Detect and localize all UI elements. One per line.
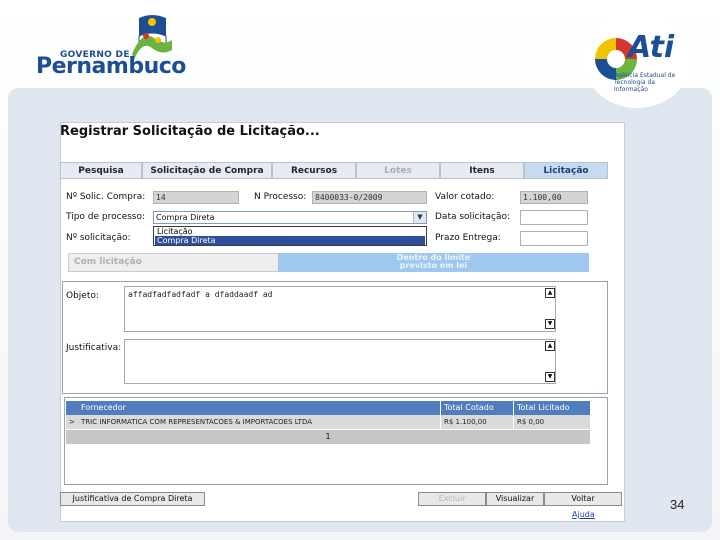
justificativa-compra-direta-button[interactable]: Justificativa de Compra Direta bbox=[60, 492, 205, 506]
tab-pesquisa[interactable]: Pesquisa bbox=[60, 162, 142, 179]
solicitacao-label: Nº solicitação: bbox=[66, 233, 131, 243]
ati-wordmark: Ati bbox=[628, 30, 675, 65]
processo-field: 8400033-0/2009 bbox=[312, 191, 427, 204]
status-com-licitacao[interactable]: Com licitação bbox=[74, 257, 142, 267]
tipo-processo-label: Tipo de processo: bbox=[66, 212, 146, 222]
chevron-down-icon[interactable]: ▼ bbox=[413, 212, 426, 223]
slide-page-number: 34 bbox=[670, 497, 685, 512]
status-dentro-limite[interactable]: Dentro do limite previsto em lei bbox=[278, 253, 589, 272]
tab-lotes[interactable]: Lotes bbox=[356, 162, 440, 179]
scroll-down-icon[interactable]: ▼ bbox=[545, 319, 555, 329]
objeto-label: Objeto: bbox=[66, 291, 99, 301]
status-dentro-limite-line2: previsto em lei bbox=[399, 261, 468, 270]
tab-licitacao[interactable]: Licitação bbox=[524, 162, 608, 179]
voltar-button[interactable]: Voltar bbox=[544, 492, 622, 506]
cell-fornecedor: TRIC INFORMATICA COM REPRESENTACOES & IM… bbox=[78, 415, 441, 429]
tab-solicitacao-compra[interactable]: Solicitação de Compra bbox=[142, 162, 272, 179]
tab-recursos[interactable]: Recursos bbox=[272, 162, 356, 179]
tipo-processo-value: Compra Direta bbox=[156, 213, 215, 222]
pernambuco-wordmark: Pernambuco bbox=[36, 54, 186, 79]
grid-header-total-licitado[interactable]: Total Licitado bbox=[514, 401, 590, 415]
scroll-up-icon[interactable]: ▲ bbox=[545, 288, 555, 298]
row-marker: > bbox=[66, 415, 78, 429]
grid-header-fornecedor[interactable]: Fornecedor bbox=[78, 401, 441, 415]
grid-pager[interactable]: 1 bbox=[66, 430, 590, 444]
prazo-entrega-label: Prazo Entrega: bbox=[435, 233, 501, 243]
tipo-processo-select[interactable]: Compra Direta ▼ bbox=[153, 211, 427, 224]
valor-cotado-field: 1.100,00 bbox=[520, 191, 588, 204]
objeto-textarea[interactable]: affadfadfadfadf a dfaddaadf ad bbox=[124, 286, 556, 332]
data-solicitacao-input[interactable] bbox=[520, 210, 588, 225]
valor-cotado-label: Valor cotado: bbox=[435, 192, 495, 202]
processo-label: N Processo: bbox=[254, 192, 307, 202]
excluir-button[interactable]: Excluir bbox=[418, 492, 486, 506]
prazo-entrega-input[interactable] bbox=[520, 231, 588, 246]
tipo-processo-dropdown-list: Licitação Compra Direta bbox=[153, 226, 427, 246]
tab-itens[interactable]: Itens bbox=[440, 162, 524, 179]
ati-subtitle: Agência Estadual de Tecnologia da Inform… bbox=[614, 72, 676, 93]
window-title: Registrar Solicitação de Licitação... bbox=[60, 124, 320, 139]
option-licitacao[interactable]: Licitação bbox=[155, 227, 425, 236]
ajuda-link[interactable]: Ajuda bbox=[572, 510, 595, 519]
sol-compra-label: Nº Solic. Compra: bbox=[66, 192, 146, 202]
grid-row-marker-header bbox=[66, 401, 78, 415]
option-compra-direta[interactable]: Compra Direta bbox=[155, 236, 425, 245]
visualizar-button[interactable]: Visualizar bbox=[486, 492, 544, 506]
sol-compra-field: 14 bbox=[153, 191, 239, 204]
cell-total-cotado: R$ 1.100,00 bbox=[441, 415, 514, 429]
scroll-down-icon[interactable]: ▼ bbox=[545, 372, 555, 382]
grid-header-total-cotado[interactable]: Total Cotado bbox=[441, 401, 514, 415]
data-solicitacao-label: Data solicitação: bbox=[435, 212, 511, 222]
scroll-up-icon[interactable]: ▲ bbox=[545, 341, 555, 351]
justificativa-label: Justificativa: bbox=[66, 343, 122, 353]
cell-total-licitado: R$ 0,00 bbox=[514, 415, 590, 429]
justificativa-textarea[interactable] bbox=[124, 339, 556, 384]
